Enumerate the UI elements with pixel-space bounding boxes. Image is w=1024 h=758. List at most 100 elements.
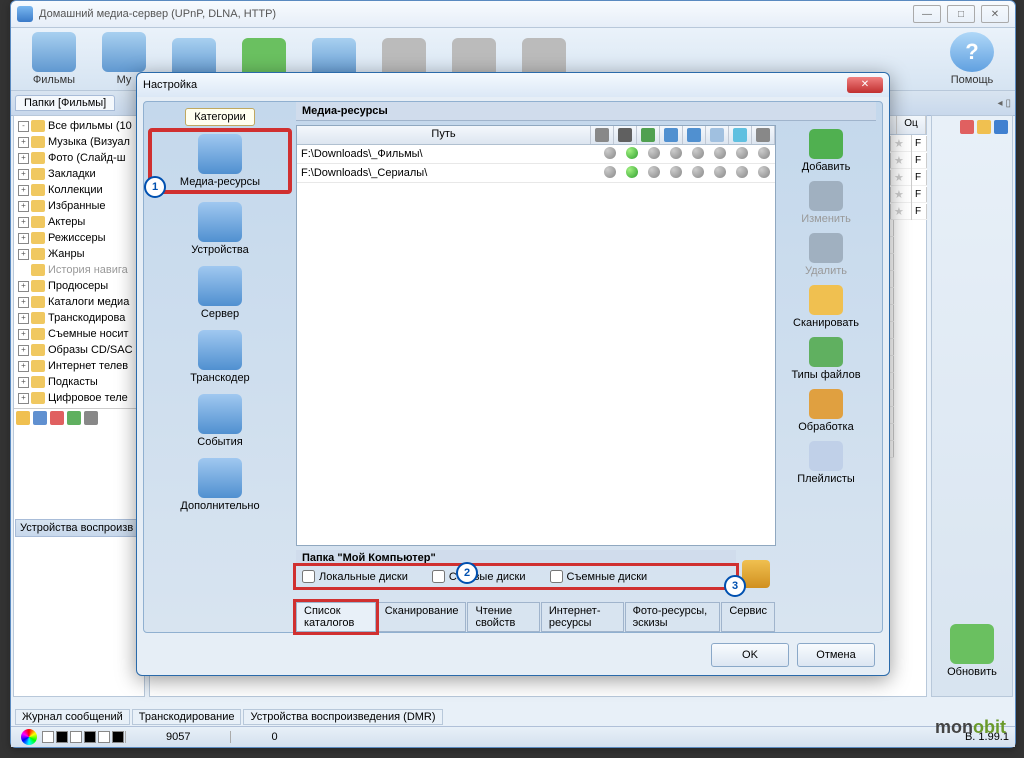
media-resources-title: Медиа-ресурсы <box>296 102 876 121</box>
toolbar-help[interactable]: ?Помощь <box>937 32 1007 86</box>
dialog-close-button[interactable]: ✕ <box>847 77 883 93</box>
status-bar: 9057 0 B. 1.99.1 <box>11 726 1015 747</box>
action-Добавить[interactable]: Добавить <box>780 129 872 173</box>
tree-item[interactable]: +Режиссеры <box>16 230 142 246</box>
refresh-button[interactable]: Обновить <box>932 618 1012 684</box>
tab-service[interactable]: Сервис <box>721 602 775 632</box>
refresh-icon <box>33 411 47 425</box>
tree-item[interactable]: +Съемные носит <box>16 326 142 342</box>
paths-grid[interactable]: Путь F:\Downloads\_Фильмы\F:\Downloads\_… <box>296 125 776 546</box>
check-removable[interactable]: Съемные диски <box>550 570 648 583</box>
disk-checks: Локальные диски Сетевые диски Съемные ди… <box>296 566 736 587</box>
play-icon[interactable] <box>67 411 81 425</box>
star-icon[interactable] <box>977 120 991 134</box>
folder-tab-films[interactable]: Папки [Фильмы] <box>15 95 115 111</box>
tree-item[interactable]: +Интернет телев <box>16 358 142 374</box>
path-row[interactable]: F:\Downloads\_Фильмы\ <box>297 145 775 164</box>
marker-3: 3 <box>724 575 746 597</box>
list-icon <box>664 128 678 142</box>
tab-log[interactable]: Журнал сообщений <box>15 709 130 725</box>
filter-icon[interactable] <box>84 411 98 425</box>
path-row[interactable]: F:\Downloads\_Сериалы\ <box>297 164 775 183</box>
disc-icon <box>595 128 609 142</box>
maximize-button[interactable]: □ <box>947 5 975 23</box>
dialog-title: Настройка <box>143 79 197 91</box>
tab-catalogs[interactable]: Список каталогов <box>296 602 376 632</box>
tree-item[interactable]: +Образы CD/SAC <box>16 342 142 358</box>
image-icon <box>641 128 655 142</box>
bottom-tabs-row: Список каталогов Сканирование Чтение сво… <box>296 602 776 632</box>
bottom-tabs: Журнал сообщений Транскодирование Устрой… <box>15 709 443 725</box>
titlebar[interactable]: Домашний медиа-сервер (UPnP, DLNA, HTTP)… <box>11 1 1015 28</box>
tree-item[interactable]: +Закладки <box>16 166 142 182</box>
cloud-icon <box>710 128 724 142</box>
folder-icon[interactable] <box>16 411 30 425</box>
tree-item[interactable]: +Продюсеры <box>16 278 142 294</box>
window-title: Домашний медиа-сервер (UPnP, DLNA, HTTP) <box>39 8 913 20</box>
tree-item[interactable]: +Избранные <box>16 198 142 214</box>
close-button[interactable]: ✕ <box>981 5 1009 23</box>
action-Изменить: Изменить <box>780 181 872 225</box>
cube-icon <box>733 128 747 142</box>
tree-item[interactable]: +Фото (Слайд-ш <box>16 150 142 166</box>
tree-toolbar[interactable] <box>14 408 144 431</box>
action-Удалить: Удалить <box>780 233 872 277</box>
tree-item[interactable]: -Все фильмы (10 <box>16 118 142 134</box>
status-count: 9057 <box>125 731 230 743</box>
users-icon[interactable] <box>742 560 770 588</box>
tree-item[interactable]: +Музыка (Визуал <box>16 134 142 150</box>
my-computer-title: Папка "Мой Компьютер" <box>296 550 736 566</box>
dialog-titlebar[interactable]: Настройка ✕ <box>137 73 889 97</box>
unpin-icon[interactable]: ▯ <box>1005 98 1011 109</box>
tree-item[interactable]: История навига <box>16 262 142 278</box>
action-Обработка[interactable]: Обработка <box>780 389 872 433</box>
ok-button[interactable]: OK <box>711 643 789 667</box>
tab-scan[interactable]: Сканирование <box>377 602 467 632</box>
path-column-header[interactable]: Путь <box>297 126 591 144</box>
status-zero: 0 <box>230 731 317 743</box>
toolbar-films[interactable]: Фильмы <box>19 32 89 86</box>
marker-1: 1 <box>144 176 166 198</box>
save-icon[interactable] <box>994 120 1008 134</box>
category-1[interactable]: Устройства <box>150 202 290 256</box>
marker-2: 2 <box>456 562 478 584</box>
doc-icon <box>687 128 701 142</box>
devices-bar[interactable]: Устройства воспроизв <box>15 519 153 537</box>
pin-icon[interactable]: ◂ <box>997 98 1002 109</box>
check-local[interactable]: Локальные диски <box>302 570 408 583</box>
film-icon <box>618 128 632 142</box>
tree-item[interactable]: +Жанры <box>16 246 142 262</box>
tree-item[interactable]: +Коллекции <box>16 182 142 198</box>
minimize-button[interactable]: — <box>913 5 941 23</box>
tool-icon <box>756 128 770 142</box>
tab-props[interactable]: Чтение свойств <box>467 602 539 632</box>
tab-dmr[interactable]: Устройства воспроизведения (DMR) <box>243 709 442 725</box>
check-network[interactable]: Сетевые диски <box>432 570 526 583</box>
action-Плейлисты[interactable]: Плейлисты <box>780 441 872 485</box>
tab-transcode[interactable]: Транскодирование <box>132 709 242 725</box>
category-4[interactable]: События <box>150 394 290 448</box>
tab-internet[interactable]: Интернет-ресурсы <box>541 602 624 632</box>
category-2[interactable]: Сервер <box>150 266 290 320</box>
tab-photo[interactable]: Фото-ресурсы, эскизы <box>625 602 721 632</box>
color-wheel-icon[interactable] <box>21 729 37 745</box>
settings-dialog: Настройка ✕ Категории Медиа-ресурсы1Устр… <box>136 72 890 676</box>
category-3[interactable]: Транскодер <box>150 330 290 384</box>
category-column: Категории Медиа-ресурсы1 Устройства Сервер… <box>144 102 296 632</box>
category-0[interactable]: Медиа-ресурсы1 <box>150 130 290 192</box>
stop-icon[interactable] <box>960 120 974 134</box>
tree-item[interactable]: +Транскодирова <box>16 310 142 326</box>
folder-tree[interactable]: -Все фильмы (10+Музыка (Визуал+Фото (Сла… <box>13 115 145 697</box>
categories-tab[interactable]: Категории <box>185 108 255 126</box>
tree-item[interactable]: +Каталоги медиа <box>16 294 142 310</box>
cancel-button[interactable]: Отмена <box>797 643 875 667</box>
category-5[interactable]: Дополнительно <box>150 458 290 512</box>
stop-icon[interactable] <box>50 411 64 425</box>
action-buttons: Добавить Изменить Удалить Сканировать Типы ф… <box>776 121 876 632</box>
tree-item[interactable]: +Цифровое теле <box>16 390 142 406</box>
action-Типы файлов[interactable]: Типы файлов <box>780 337 872 381</box>
tree-item[interactable]: +Актеры <box>16 214 142 230</box>
action-Сканировать[interactable]: Сканировать <box>780 285 872 329</box>
right-panel: Обновить <box>931 115 1013 697</box>
tree-item[interactable]: +Подкасты <box>16 374 142 390</box>
